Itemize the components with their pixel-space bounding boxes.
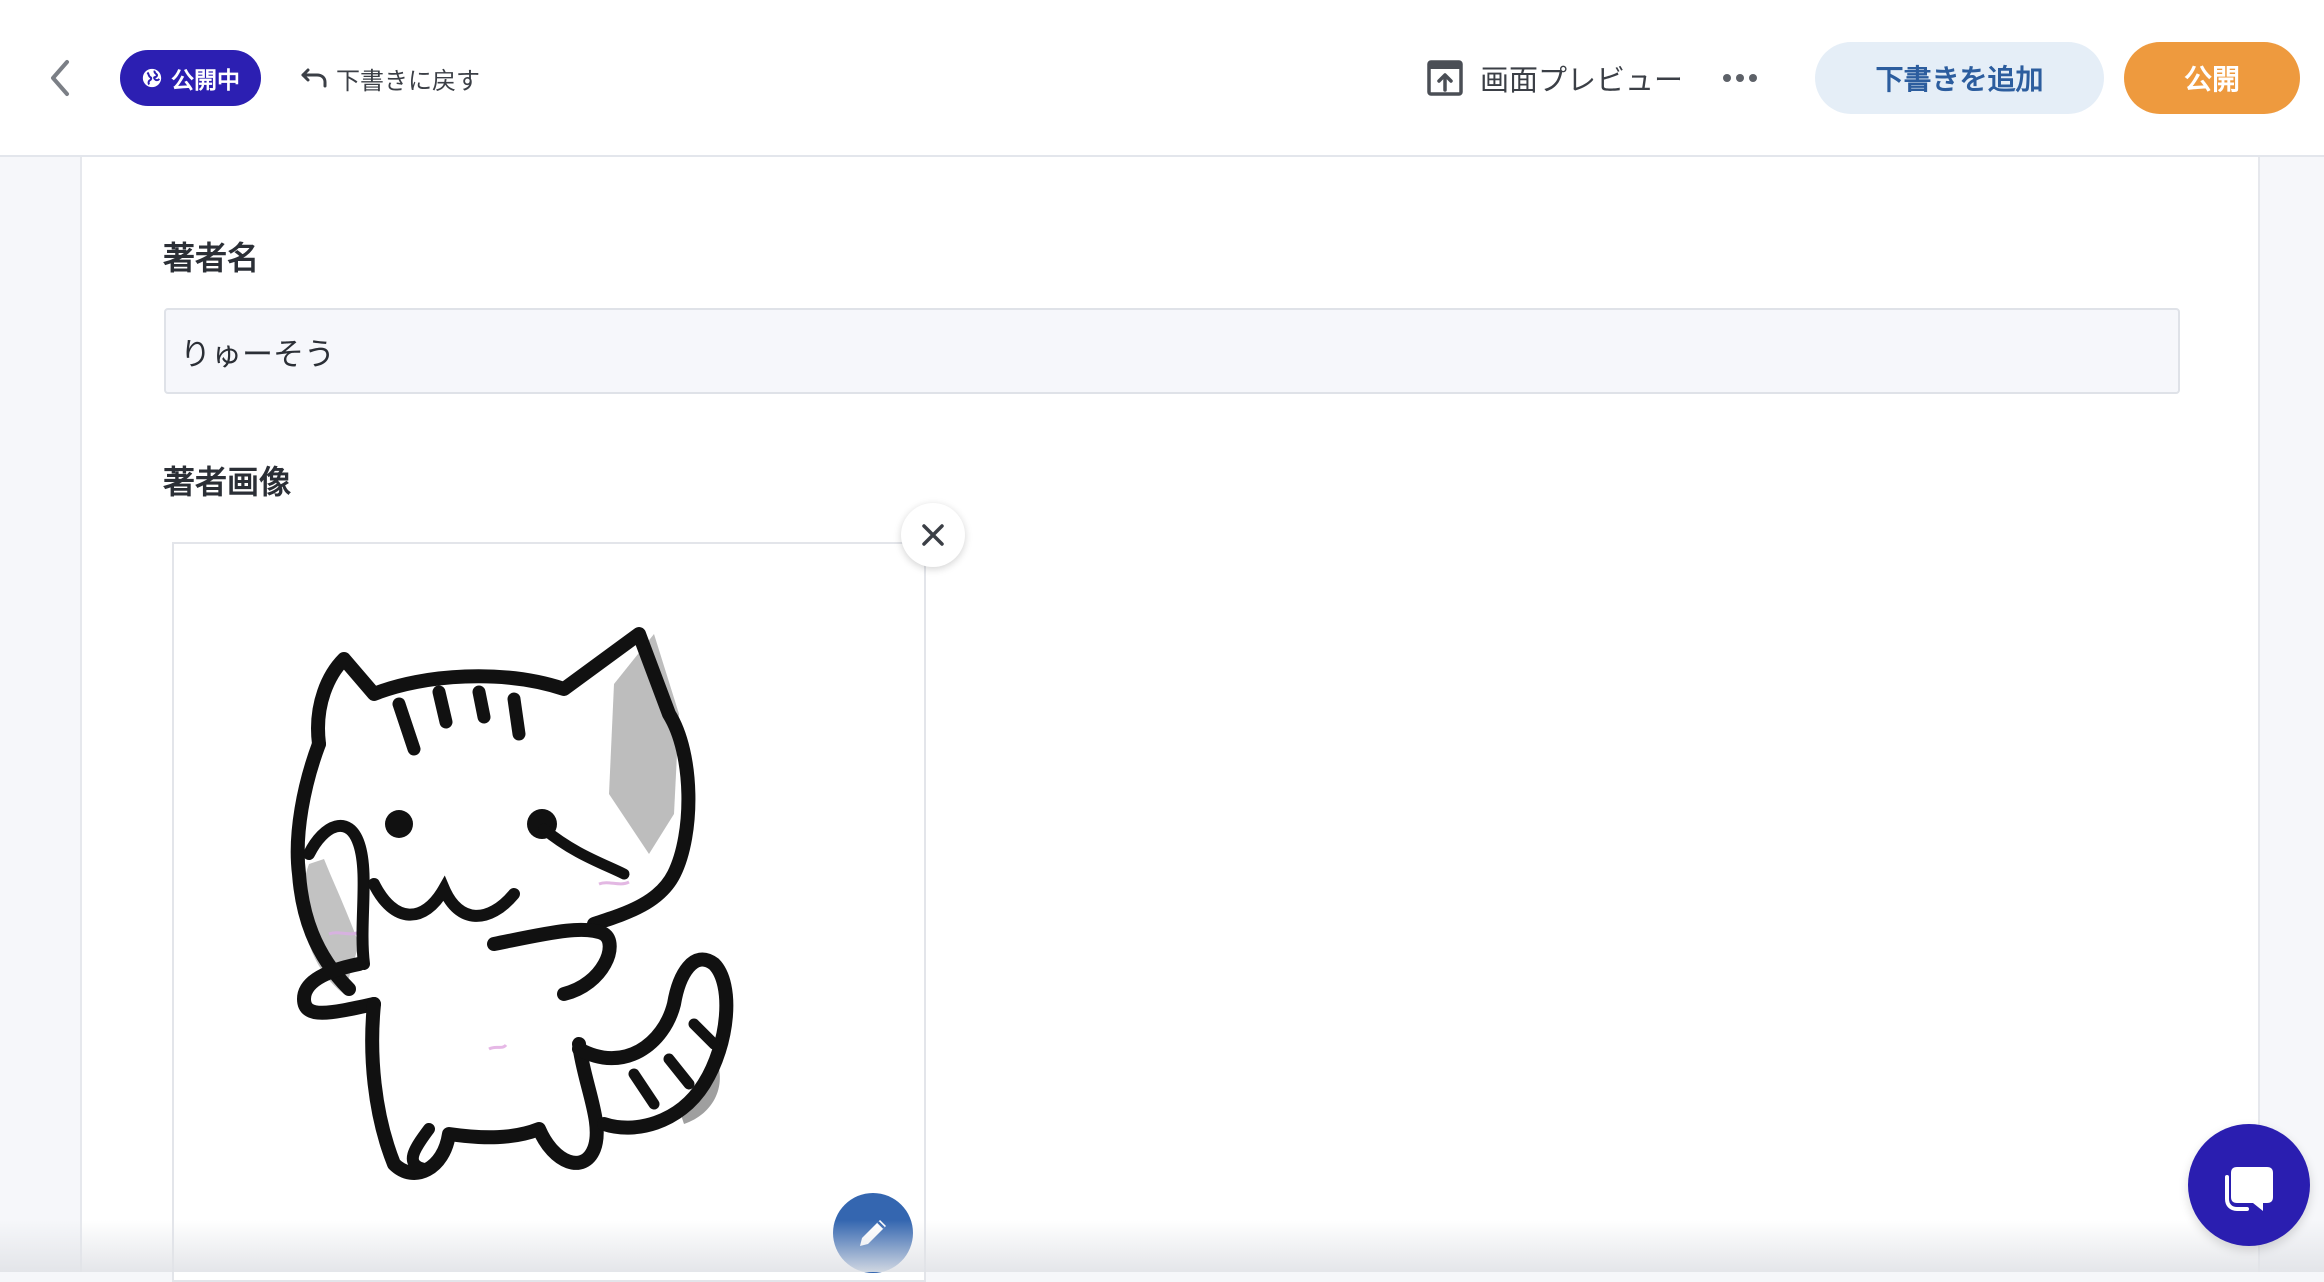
- more-dots-icon: [1723, 74, 1757, 82]
- add-draft-label: 下書きを追加: [1875, 63, 2044, 96]
- published-status-badge[interactable]: 公開中: [120, 50, 261, 106]
- screen-preview-button[interactable]: 画面プレビュー: [1426, 56, 1683, 100]
- preview-label: 画面プレビュー: [1480, 63, 1684, 97]
- remove-image-button[interactable]: [901, 503, 965, 567]
- more-options-button[interactable]: [1720, 62, 1760, 94]
- close-icon: [922, 524, 944, 546]
- author-image-label: 著者画像: [163, 463, 292, 501]
- author-edit-card: 著者名 著者画像: [80, 157, 2260, 1282]
- globe-icon: [142, 68, 162, 88]
- open-preview-icon: [1427, 60, 1463, 96]
- chat-support-button[interactable]: [2188, 1124, 2310, 1246]
- author-name-label: 著者名: [163, 239, 260, 277]
- revert-to-draft-button[interactable]: 下書きに戻す: [300, 58, 480, 98]
- undo-icon: [301, 68, 327, 88]
- author-image-preview: [172, 542, 926, 1282]
- back-button[interactable]: [40, 52, 80, 104]
- author-name-input[interactable]: [164, 308, 2180, 394]
- chevron-left-icon: [51, 60, 69, 96]
- revert-label: 下書きに戻す: [336, 66, 480, 95]
- publish-label: 公開: [2183, 63, 2240, 96]
- pencil-icon: [860, 1220, 886, 1246]
- top-toolbar: 公開中 下書きに戻す 画面プレビュー 下書きを追加 公開: [0, 0, 2324, 157]
- chat-bubble-icon: [2225, 1167, 2273, 1211]
- status-label: 公開中: [171, 68, 240, 94]
- edit-image-button[interactable]: [833, 1193, 913, 1273]
- publish-button[interactable]: 公開: [2124, 42, 2300, 114]
- add-draft-button[interactable]: 下書きを追加: [1815, 42, 2104, 114]
- cat-illustration-image: [290, 627, 734, 1180]
